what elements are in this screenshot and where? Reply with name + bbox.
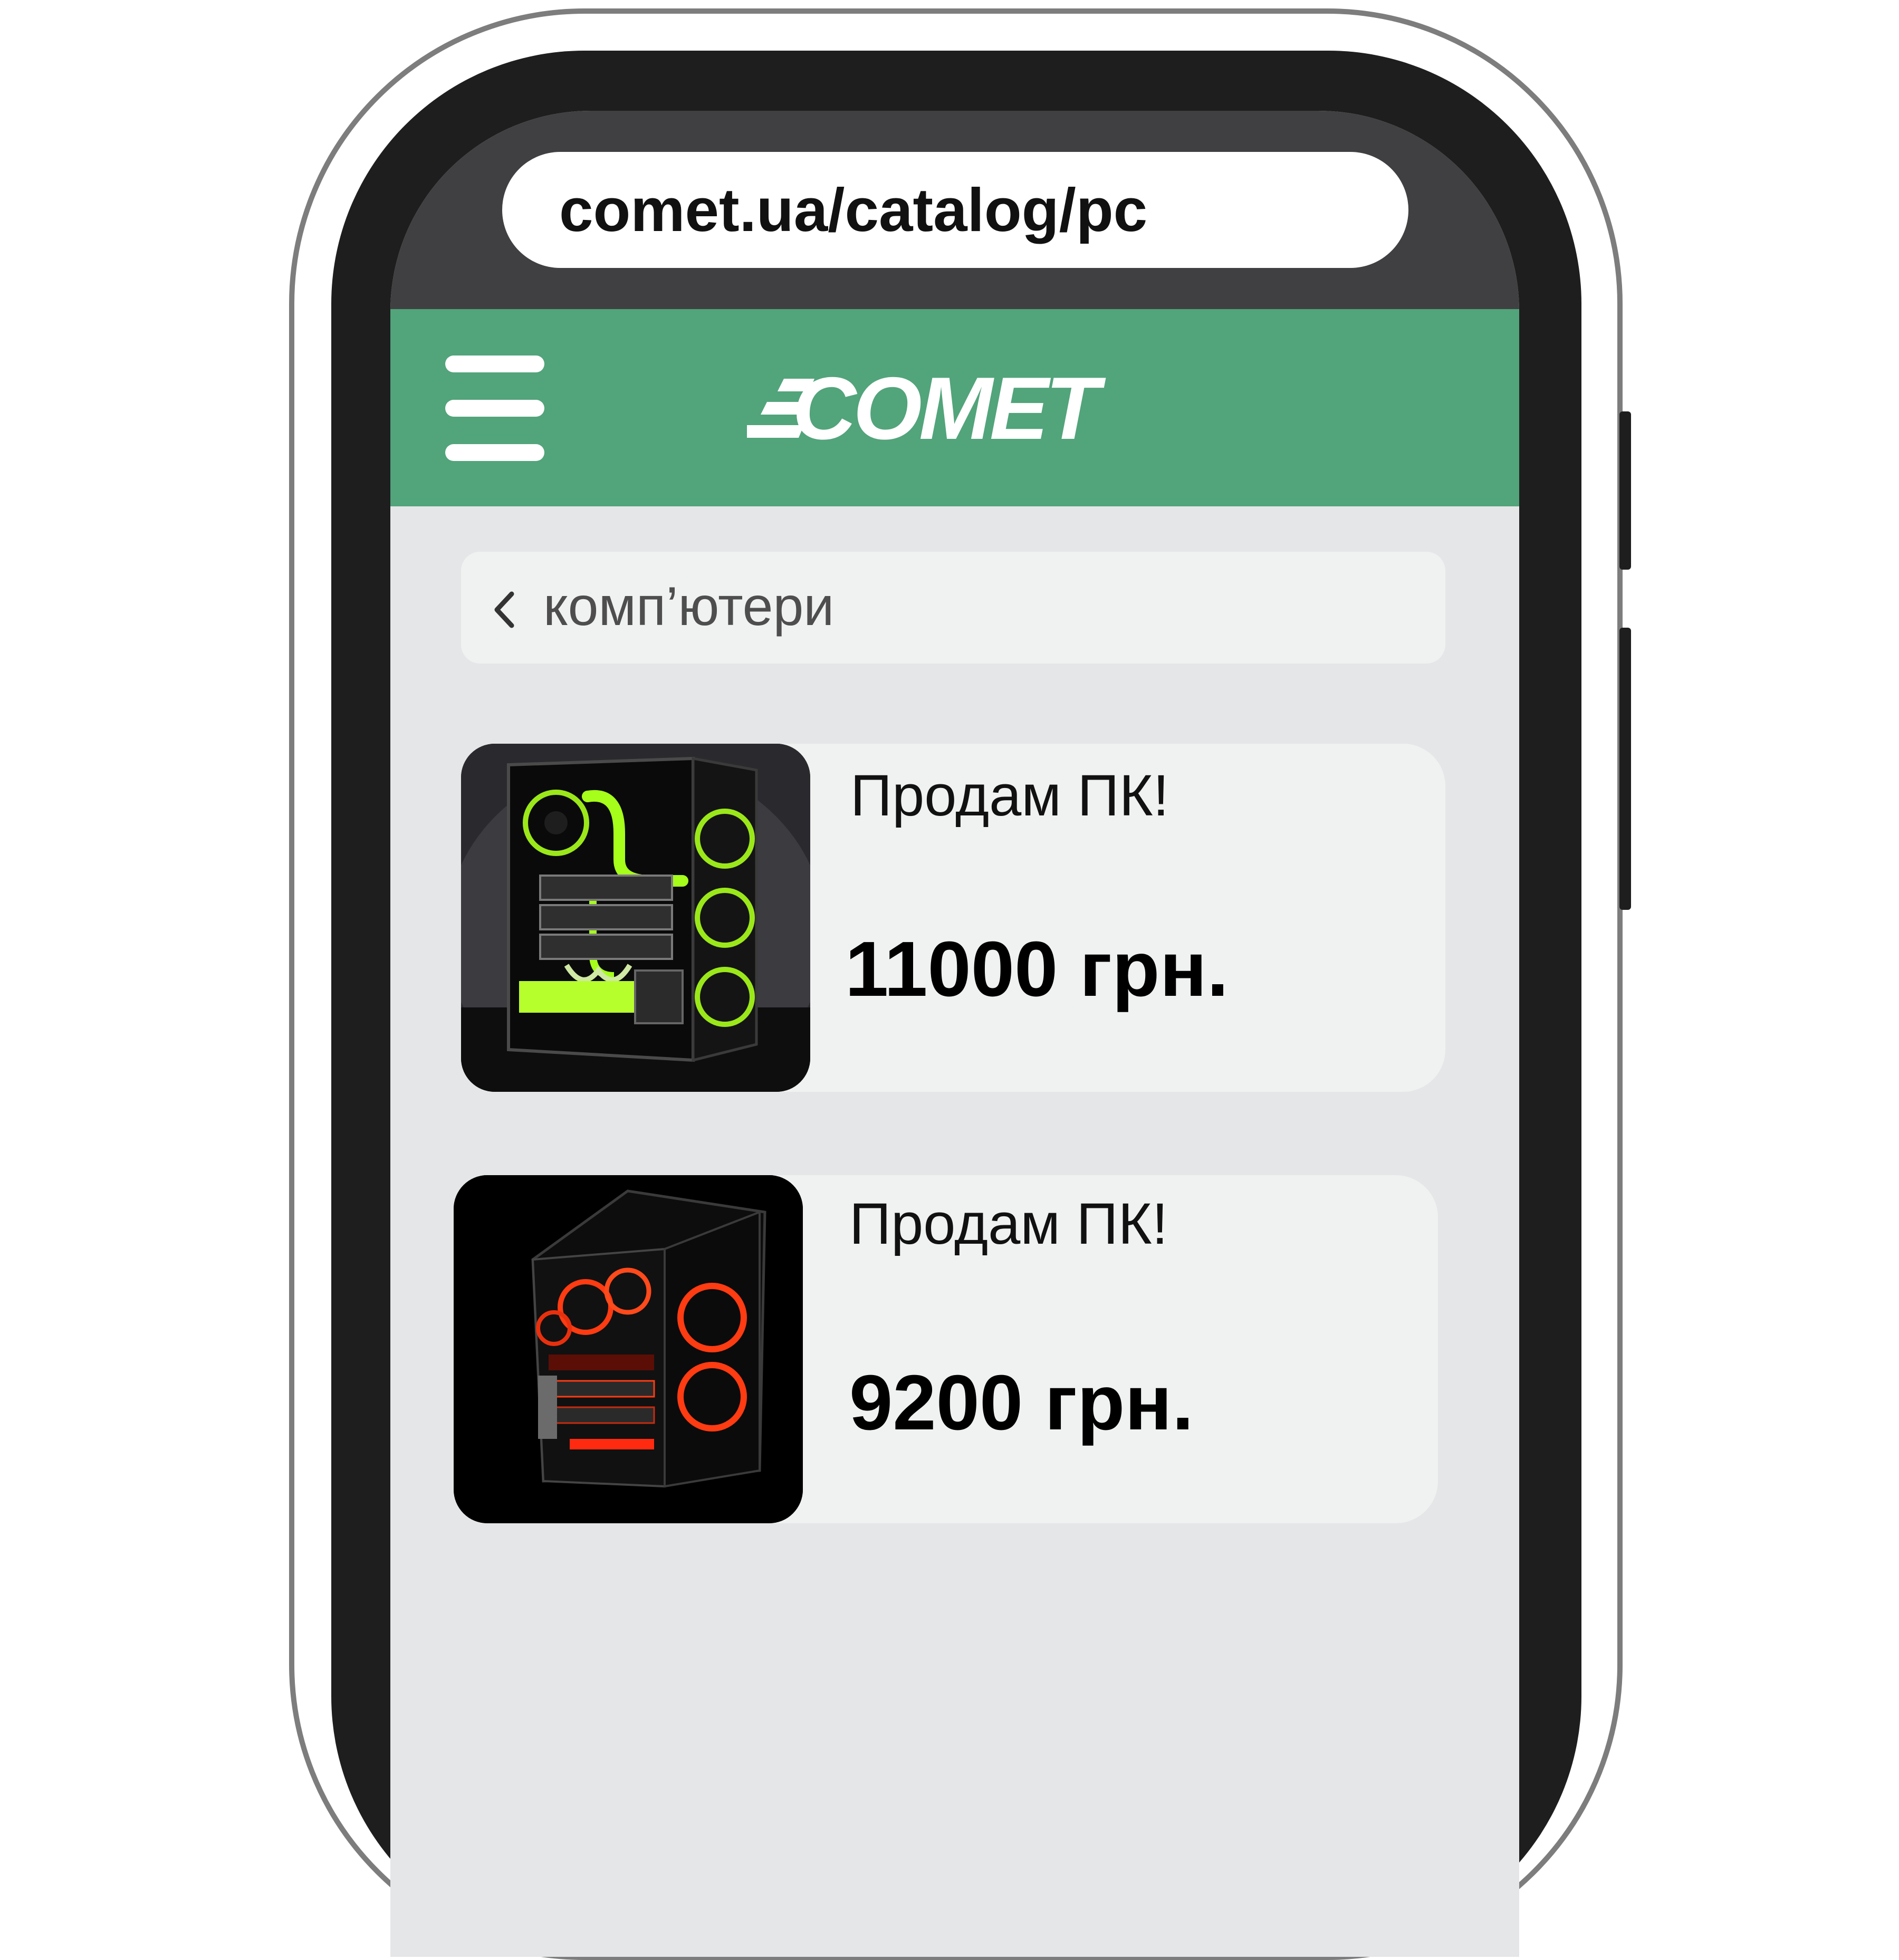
- listing-image-red-pc[interactable]: [454, 1175, 803, 1523]
- volume-up-button: [1619, 411, 1631, 570]
- listing-title: Продам ПК!: [850, 763, 1169, 828]
- listing-price: 9200 грн.: [849, 1359, 1194, 1446]
- address-bar[interactable]: comet.ua/catalog/pc: [502, 152, 1408, 268]
- comet-logo[interactable]: COMET: [747, 359, 1100, 458]
- browser-toolbar: comet.ua/catalog/pc: [390, 111, 1519, 309]
- chevron-left-icon: [494, 591, 514, 628]
- listing-card[interactable]: Продам ПК! 9200 грн.: [454, 1175, 1438, 1523]
- volume-down-button: [1619, 628, 1631, 910]
- breadcrumb-label: комп’ютери: [543, 576, 835, 637]
- logo-text: COMET: [792, 359, 1100, 458]
- listing-title: Продам ПК!: [849, 1192, 1168, 1256]
- phone-screen: comet.ua/catalog/pc COMET комп’ютери Про…: [390, 111, 1519, 1957]
- hamburger-menu-icon[interactable]: [445, 356, 545, 461]
- breadcrumb-back[interactable]: комп’ютери: [461, 552, 1445, 664]
- url-text: comet.ua/catalog/pc: [559, 176, 1148, 244]
- listing-card[interactable]: Продам ПК! 11000 грн.: [461, 744, 1445, 1092]
- listing-image-green-pc[interactable]: [461, 744, 810, 1092]
- listing-price: 11000 грн.: [845, 926, 1229, 1013]
- app-header: COMET: [390, 309, 1519, 506]
